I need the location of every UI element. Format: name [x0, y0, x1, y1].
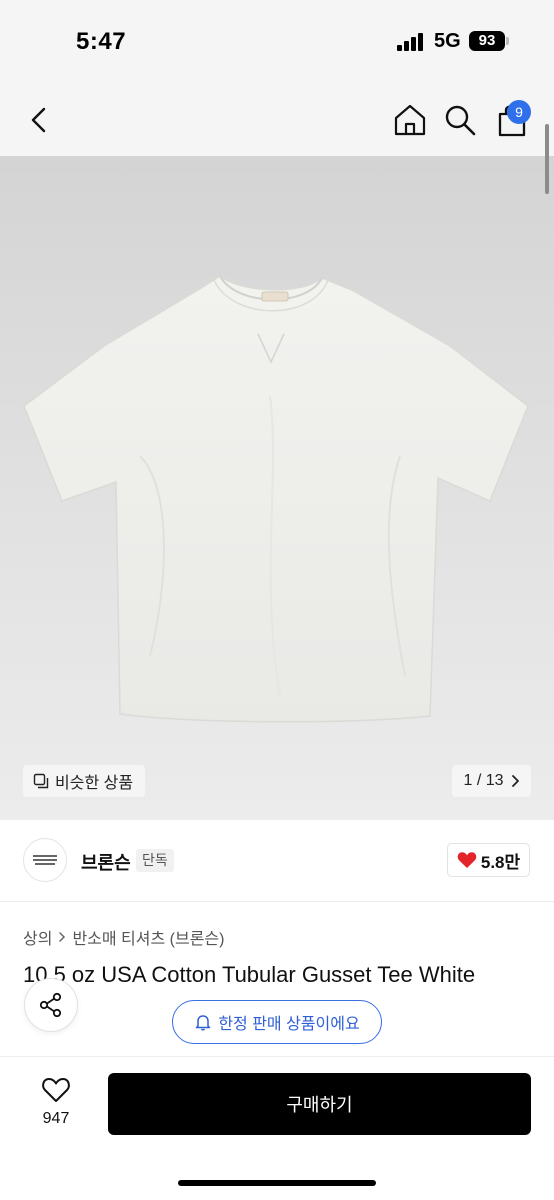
wishlist-button[interactable]: 947: [30, 1076, 82, 1136]
image-page-indicator[interactable]: 1 / 13: [452, 765, 531, 797]
status-bar: 5:47 5G 93: [0, 0, 554, 84]
page-indicator-text: 1 / 13: [463, 772, 504, 789]
product-image[interactable]: 비슷한 상품 1 / 13: [0, 156, 554, 820]
top-nav: [0, 84, 554, 156]
bell-icon: [196, 1015, 211, 1031]
home-icon: [394, 104, 426, 136]
back-button[interactable]: [24, 102, 56, 138]
heart-filled-icon: [457, 852, 477, 868]
network-type: 5G: [434, 30, 461, 52]
status-time: 5:47: [76, 28, 127, 55]
brand-logo-image: [33, 855, 57, 865]
home-indicator[interactable]: [178, 1180, 376, 1186]
scrollbar[interactable]: [545, 124, 549, 194]
chevron-left-icon: [31, 107, 46, 133]
chevron-right-icon: [59, 932, 66, 942]
wishlist-count: 947: [42, 1110, 70, 1127]
home-button[interactable]: [392, 102, 428, 138]
exclusive-tag: 단독: [136, 849, 174, 872]
limited-sale-badge[interactable]: 한정 판매 상품이에요: [172, 1000, 382, 1044]
brand-like-count: 5.8만: [480, 852, 521, 872]
search-icon: [445, 105, 476, 136]
similar-products-label: 비슷한 상품: [55, 775, 134, 792]
signal-icon: [397, 33, 427, 51]
chevron-right-icon: [511, 775, 519, 787]
copy-icon: [33, 773, 49, 789]
limited-sale-label: 한정 판매 상품이에요: [218, 1016, 360, 1033]
breadcrumb-item-category[interactable]: 상의: [23, 925, 52, 949]
battery-tip: [506, 37, 509, 45]
brand-name[interactable]: 브론슨: [81, 849, 131, 875]
t-shirt-image: [23, 275, 529, 723]
section-divider: [0, 901, 554, 902]
breadcrumb-item-subcategory[interactable]: 반소매 티셔츠 (브론슨): [72, 925, 224, 949]
brand-like-button[interactable]: 5.8만: [447, 843, 530, 877]
cart-count-badge: 9: [507, 100, 531, 124]
battery-icon: 93: [469, 31, 505, 51]
product-title: 10.5 oz USA Cotton Tubular Gusset Tee Wh…: [23, 962, 476, 987]
heart-outline-icon: [42, 1078, 70, 1102]
breadcrumb: 상의 반소매 티셔츠 (브론슨): [23, 925, 224, 949]
share-button[interactable]: [24, 978, 78, 1032]
brand-logo[interactable]: [23, 838, 67, 882]
share-icon: [39, 992, 62, 1018]
similar-products-button[interactable]: 비슷한 상품: [23, 765, 146, 797]
buy-button[interactable]: 구매하기: [108, 1073, 531, 1135]
search-button[interactable]: [442, 102, 478, 138]
